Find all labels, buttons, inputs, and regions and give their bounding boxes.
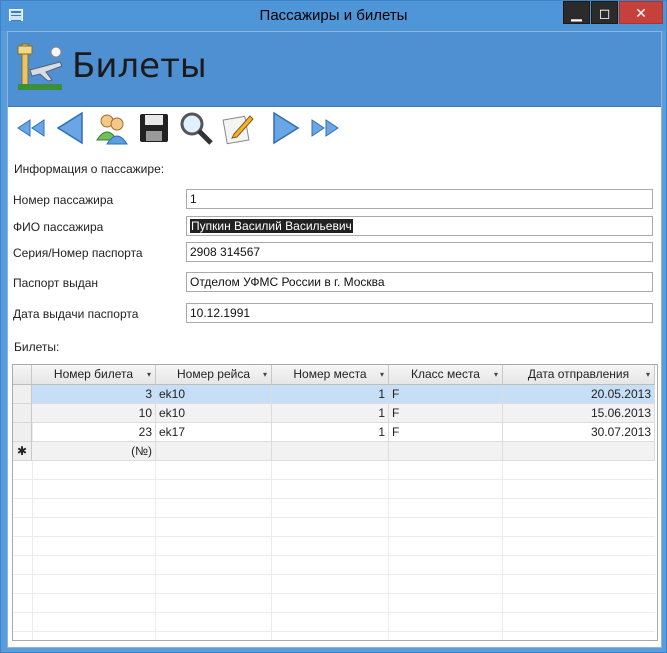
first-record-icon[interactable] xyxy=(12,110,48,146)
tickets-datasheet[interactable]: Номер билета ▾ Номер рейса ▾ Номер места ▾ … xyxy=(12,364,658,641)
search-icon[interactable] xyxy=(178,110,214,146)
col-header-label: Номер места xyxy=(293,367,367,381)
passport-issued-by-label: Паспорт выдан xyxy=(13,276,99,290)
page-title: Билеты xyxy=(72,46,207,86)
col-header-label: Дата отправления xyxy=(527,367,630,381)
row-selector[interactable] xyxy=(13,385,32,404)
form-body: Билеты Информация о пассажире: Номер пас… xyxy=(7,31,662,648)
passport-number-label: Серия/Номер паспорта xyxy=(13,246,143,260)
col-header-ticket-number[interactable]: Номер билета ▾ xyxy=(32,365,156,385)
departure-date-cell[interactable]: 30.07.2013 xyxy=(503,423,655,442)
empty-row xyxy=(13,480,655,499)
seat-number-cell[interactable]: 1 xyxy=(272,404,389,423)
flight-number-cell[interactable]: ek17 xyxy=(156,423,272,442)
row-selector[interactable] xyxy=(13,423,32,442)
sort-dropdown-icon[interactable]: ▾ xyxy=(646,365,650,384)
col-header-seat-class[interactable]: Класс места ▾ xyxy=(389,365,503,385)
flight-number-cell[interactable]: ek10 xyxy=(156,404,272,423)
col-header-flight-number[interactable]: Номер рейса ▾ xyxy=(156,365,272,385)
empty-row xyxy=(13,594,655,613)
ticket-number-cell[interactable]: 10 xyxy=(32,404,156,423)
ticket-number-cell[interactable]: 23 xyxy=(32,423,156,442)
new-record-marker-icon[interactable]: ✱ xyxy=(13,442,32,461)
new-ticket-number-cell[interactable]: (№) xyxy=(32,442,156,461)
passenger-name-field[interactable]: Пупкин Василий Васильевич xyxy=(186,216,653,236)
passenger-number-label: Номер пассажира xyxy=(13,193,114,207)
passenger-name-label: ФИО пассажира xyxy=(13,220,104,234)
col-header-seat-number[interactable]: Номер места ▾ xyxy=(272,365,389,385)
passengers-icon[interactable] xyxy=(94,110,130,146)
passenger-name-value: Пупкин Василий Васильевич xyxy=(190,219,353,233)
select-all-corner[interactable] xyxy=(13,365,32,385)
empty-row xyxy=(13,575,655,594)
seat-class-cell[interactable]: F xyxy=(389,385,503,404)
seat-class-cell[interactable]: F xyxy=(389,423,503,442)
departure-date-cell[interactable]: 20.05.2013 xyxy=(503,385,655,404)
empty-row xyxy=(13,518,655,537)
new-flight-number-cell[interactable] xyxy=(156,442,272,461)
empty-row xyxy=(13,537,655,556)
form-header: Билеты xyxy=(8,32,661,107)
passenger-info-label: Информация о пассажире: xyxy=(14,162,165,176)
col-header-label: Номер рейса xyxy=(177,367,250,381)
save-icon[interactable] xyxy=(136,110,172,146)
next-record-icon[interactable] xyxy=(268,110,304,146)
title-bar[interactable]: Пассажиры и билеты ▁ ◻ ✕ xyxy=(1,1,666,31)
new-seat-class-cell[interactable] xyxy=(389,442,503,461)
passport-issued-by-field[interactable]: Отделом УФМС России в г. Москва xyxy=(186,272,653,292)
flight-number-cell[interactable]: ek10 xyxy=(156,385,272,404)
ticket-number-cell[interactable]: 3 xyxy=(32,385,156,404)
toolbar xyxy=(12,110,352,146)
departure-date-cell[interactable]: 15.06.2013 xyxy=(503,404,655,423)
passport-issue-date-field[interactable]: 10.12.1991 xyxy=(186,303,653,323)
col-header-departure-date[interactable]: Дата отправления ▾ xyxy=(503,365,655,385)
maximize-button[interactable]: ◻ xyxy=(591,1,618,24)
empty-row xyxy=(13,613,655,632)
edit-icon[interactable] xyxy=(220,110,256,146)
sort-dropdown-icon[interactable]: ▾ xyxy=(380,365,384,384)
seat-number-cell[interactable]: 1 xyxy=(272,423,389,442)
previous-record-icon[interactable] xyxy=(52,110,88,146)
last-record-icon[interactable] xyxy=(308,110,344,146)
col-header-label: Класс места xyxy=(411,367,480,381)
passport-number-field[interactable]: 2908 314567 xyxy=(186,242,653,262)
passenger-number-field[interactable]: 1 xyxy=(186,189,653,209)
col-header-label: Номер билета xyxy=(53,367,134,381)
new-departure-date-cell[interactable] xyxy=(503,442,655,461)
passport-issue-date-label: Дата выдачи паспорта xyxy=(13,307,139,321)
empty-row xyxy=(13,556,655,575)
new-seat-number-cell[interactable] xyxy=(272,442,389,461)
sort-dropdown-icon[interactable]: ▾ xyxy=(147,365,151,384)
close-button[interactable]: ✕ xyxy=(619,1,663,24)
app-window: Пассажиры и билеты ▁ ◻ ✕ Билеты Информац… xyxy=(0,0,667,653)
seat-class-cell[interactable]: F xyxy=(389,404,503,423)
sort-dropdown-icon[interactable]: ▾ xyxy=(263,365,267,384)
empty-row xyxy=(13,499,655,518)
minimize-button[interactable]: ▁ xyxy=(563,1,590,24)
tickets-label: Билеты: xyxy=(14,340,60,354)
row-selector[interactable] xyxy=(13,404,32,423)
airport-logo-icon xyxy=(17,43,63,90)
seat-number-cell[interactable]: 1 xyxy=(272,385,389,404)
sort-dropdown-icon[interactable]: ▾ xyxy=(494,365,498,384)
empty-row xyxy=(13,461,655,480)
